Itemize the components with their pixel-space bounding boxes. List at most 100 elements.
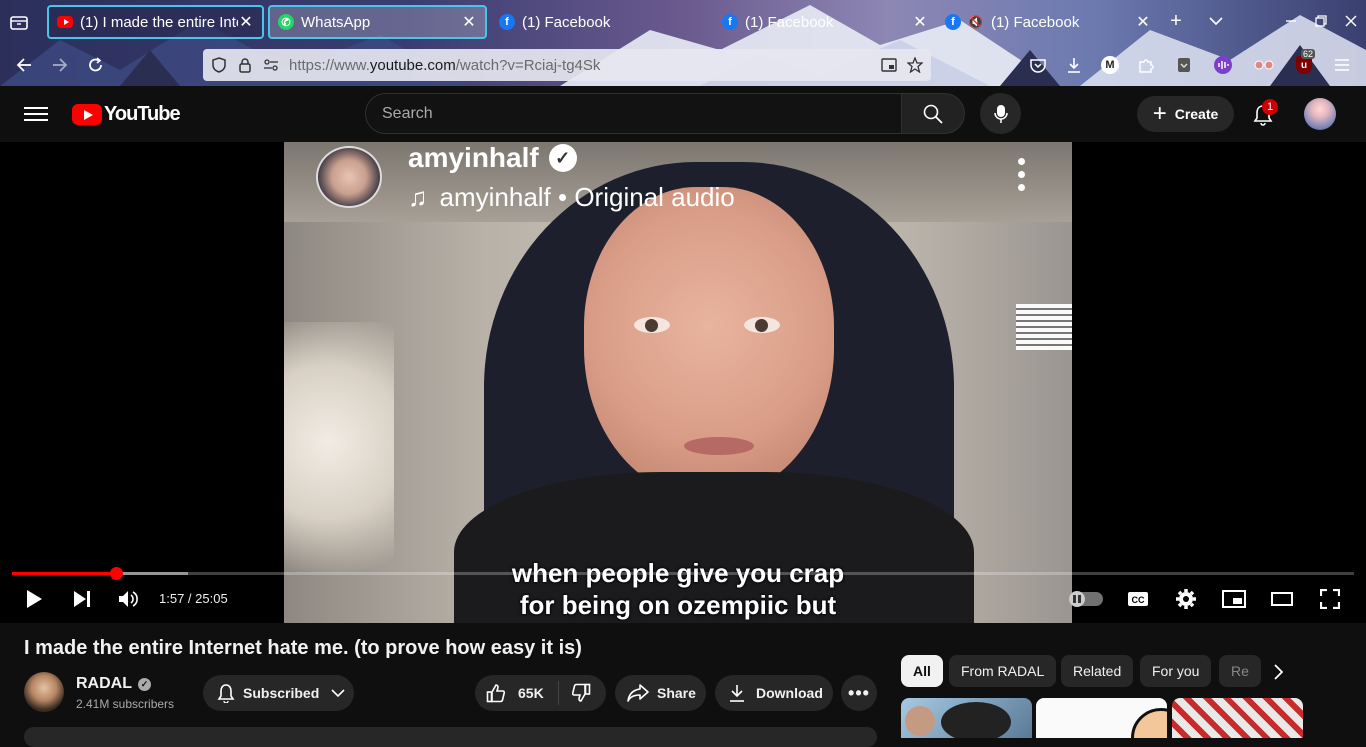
download-manager-extension-icon[interactable]	[1173, 54, 1195, 76]
channel-name-link[interactable]: RADAL ✓	[76, 675, 151, 693]
hamburger-menu-icon[interactable]	[1331, 54, 1353, 76]
site-permissions-icon[interactable]	[261, 55, 281, 75]
chip-from-channel[interactable]: From RADAL	[949, 655, 1057, 687]
notifications-button[interactable]: 1	[1250, 99, 1278, 128]
account-avatar[interactable]	[1304, 98, 1336, 130]
youtube-masthead: YouTube + Create 1	[0, 86, 1366, 142]
tracking-shield-icon[interactable]	[209, 55, 229, 75]
address-bar[interactable]: https://www.youtube.com/watch?v=Rciaj-tg…	[203, 49, 931, 81]
subscribed-button[interactable]: Subscribed	[203, 675, 354, 711]
play-button[interactable]	[22, 587, 46, 611]
youtube-favicon-icon	[57, 16, 73, 28]
tab-facebook-2[interactable]: f (1) Facebook ✕	[714, 5, 936, 39]
settings-button[interactable]	[1174, 587, 1198, 611]
dislike-button[interactable]	[571, 683, 591, 703]
search-box	[365, 93, 902, 134]
youtube-wordmark: YouTube	[104, 103, 181, 125]
pocket-icon[interactable]	[1027, 54, 1049, 76]
channel-avatar[interactable]	[24, 672, 64, 712]
tab-title: WhatsApp	[301, 13, 371, 31]
video-frame[interactable]: amyinhalf ✓ ♫ amyinhalf • Original audio…	[284, 142, 1072, 623]
tab-whatsapp[interactable]: ✆ WhatsApp ✕	[268, 5, 487, 39]
video-player[interactable]: amyinhalf ✓ ♫ amyinhalf • Original audio…	[0, 142, 1366, 623]
search-icon	[923, 104, 943, 124]
youtube-play-logo-icon	[72, 104, 102, 125]
reload-icon[interactable]	[85, 54, 107, 76]
close-tab-icon[interactable]: ✕	[912, 12, 928, 32]
chip-for-you[interactable]: For you	[1140, 655, 1212, 687]
close-window-icon[interactable]	[1341, 11, 1361, 31]
miniplayer-button[interactable]	[1222, 587, 1246, 611]
bell-icon	[217, 683, 235, 703]
browser-chrome: (1) I made the entire Inte ✕ ✆ WhatsApp …	[0, 0, 1366, 86]
autoplay-toggle[interactable]	[1069, 591, 1103, 607]
related-video-thumbnail-1[interactable]	[901, 698, 1032, 738]
chip-related[interactable]: Related	[1061, 655, 1134, 687]
tab-youtube[interactable]: (1) I made the entire Inte ✕	[47, 5, 264, 39]
ublock-extension-icon[interactable]: u 62	[1293, 49, 1316, 76]
glasses-extension-icon[interactable]	[1253, 54, 1275, 76]
overlay-channel-avatar	[316, 146, 382, 208]
chip-recently-uploaded[interactable]: Re	[1219, 655, 1261, 687]
facebook-favicon-icon: f	[499, 14, 515, 30]
forward-arrow-icon[interactable]	[49, 54, 71, 76]
svg-text:CC: CC	[1132, 595, 1145, 605]
new-tab-icon[interactable]: +	[1166, 10, 1186, 32]
picture-in-picture-icon[interactable]	[879, 55, 899, 75]
tab-facebook-3[interactable]: f 🔇 (1) Facebook ✕	[937, 5, 1159, 39]
closed-captions-icon: CC	[1128, 592, 1148, 606]
tab-manager-icon[interactable]	[8, 11, 30, 33]
fullscreen-button[interactable]	[1318, 587, 1342, 611]
subtitle-line-2: for being on ozempiic but	[519, 590, 837, 620]
youtube-logo[interactable]: YouTube	[72, 103, 181, 126]
time-display: 1:57 / 25:05	[159, 591, 228, 606]
notification-count-badge: 1	[1262, 99, 1278, 115]
share-label: Share	[657, 685, 696, 701]
restore-icon[interactable]	[1311, 11, 1331, 31]
progress-bar[interactable]	[12, 567, 1354, 580]
download-button[interactable]: Download	[715, 675, 833, 711]
close-tab-icon[interactable]: ✕	[238, 12, 254, 32]
captions-button[interactable]: CC	[1126, 587, 1150, 611]
related-video-thumbnail-3[interactable]	[1172, 698, 1303, 738]
progress-scrubber[interactable]	[110, 567, 124, 580]
search-button[interactable]	[901, 93, 965, 134]
play-icon	[27, 590, 42, 608]
search-input[interactable]	[382, 104, 901, 123]
mute-button[interactable]	[117, 587, 141, 611]
chip-all[interactable]: All	[901, 655, 943, 687]
tab-facebook-1[interactable]: f (1) Facebook	[491, 5, 713, 39]
muted-speaker-icon[interactable]: 🔇	[968, 15, 983, 29]
share-button[interactable]: Share	[615, 675, 706, 711]
create-button[interactable]: + Create	[1137, 96, 1234, 132]
miniplayer-icon	[1222, 590, 1246, 608]
lock-icon[interactable]	[235, 55, 255, 75]
related-video-thumbnail-2[interactable]	[1036, 698, 1167, 738]
thumbs-up-icon	[486, 683, 506, 703]
audio-wave-extension-icon[interactable]	[1212, 54, 1234, 76]
theater-mode-button[interactable]	[1270, 587, 1294, 611]
account-m-icon[interactable]: M	[1099, 54, 1121, 76]
description-box[interactable]	[24, 727, 877, 747]
download-label: Download	[756, 685, 823, 701]
tab-title: (1) I made the entire Inte	[80, 13, 238, 31]
next-button[interactable]	[70, 587, 94, 611]
back-arrow-icon[interactable]	[13, 54, 35, 76]
list-tabs-icon[interactable]	[1206, 11, 1226, 31]
thumbs-down-icon	[571, 683, 590, 702]
guide-menu-icon[interactable]	[24, 103, 48, 125]
like-button[interactable]: 65K	[475, 683, 544, 703]
pause-icon	[1069, 591, 1085, 607]
downloads-icon[interactable]	[1063, 54, 1085, 76]
minimize-icon[interactable]	[1281, 11, 1301, 31]
volume-icon	[119, 591, 138, 607]
chevron-right-icon[interactable]	[1266, 660, 1290, 684]
extensions-puzzle-icon[interactable]	[1135, 54, 1157, 76]
bookmark-star-icon[interactable]	[905, 55, 925, 75]
more-actions-button[interactable]: •••	[841, 675, 877, 711]
close-tab-icon[interactable]: ✕	[461, 12, 477, 32]
close-tab-icon[interactable]: ✕	[1135, 12, 1151, 32]
extension-badge: 62	[1301, 49, 1316, 59]
voice-search-button[interactable]	[980, 93, 1021, 134]
create-label: Create	[1174, 106, 1219, 122]
